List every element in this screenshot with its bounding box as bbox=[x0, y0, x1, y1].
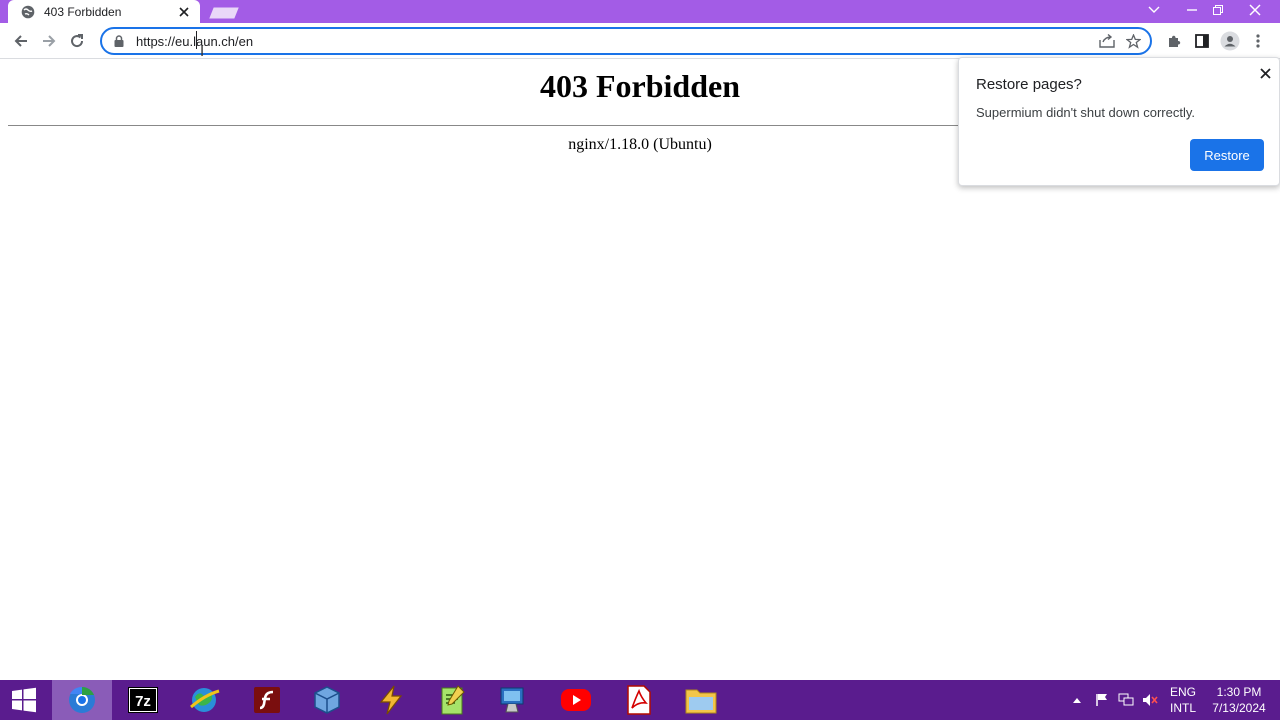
winamp-icon[interactable] bbox=[361, 680, 421, 720]
clock[interactable]: 1:30 PM 7/13/2024 bbox=[1204, 680, 1274, 720]
windows-start-icon[interactable] bbox=[0, 680, 48, 720]
browser-toolbar: https://eu.laun.ch/en bbox=[0, 23, 1280, 59]
minimize-icon[interactable] bbox=[1180, 0, 1204, 20]
globe-icon bbox=[20, 4, 36, 20]
svg-text:7z: 7z bbox=[135, 693, 151, 710]
profile-icon[interactable] bbox=[1217, 28, 1243, 54]
pdf-icon[interactable] bbox=[609, 680, 669, 720]
browser-titlebar: 403 Forbidden bbox=[0, 0, 1280, 23]
virtualbox-icon[interactable] bbox=[297, 680, 357, 720]
language-indicator[interactable]: ENG INTL bbox=[1163, 680, 1203, 720]
keyboard-layout: INTL bbox=[1169, 701, 1196, 715]
address-url[interactable]: https://eu.laun.ch/en bbox=[136, 34, 1094, 49]
tab-close-icon[interactable] bbox=[176, 4, 192, 20]
share-icon[interactable] bbox=[1094, 29, 1120, 53]
notepad-icon[interactable] bbox=[422, 680, 482, 720]
browser-icon[interactable] bbox=[52, 680, 112, 720]
youtube-icon[interactable] bbox=[546, 680, 606, 720]
mouse-ibeam-cursor-icon: I bbox=[200, 44, 205, 60]
reload-icon[interactable] bbox=[64, 28, 90, 54]
language-code: ENG bbox=[1169, 685, 1196, 699]
7zip-icon[interactable]: 7z bbox=[113, 680, 173, 720]
dialog-title: Restore pages? bbox=[976, 76, 1082, 93]
flag-icon[interactable] bbox=[1093, 680, 1111, 720]
dialog-close-icon[interactable] bbox=[1256, 64, 1274, 82]
volume-muted-icon[interactable] bbox=[1141, 680, 1159, 720]
more-vert-icon[interactable] bbox=[1245, 28, 1271, 54]
dialog-message: Supermium didn't shut down correctly. bbox=[976, 105, 1196, 120]
clock-time: 1:30 PM bbox=[1216, 685, 1262, 699]
new-tab-button[interactable] bbox=[209, 6, 239, 19]
address-bar[interactable]: https://eu.laun.ch/en bbox=[100, 27, 1152, 55]
file-explorer-icon[interactable] bbox=[671, 680, 731, 720]
side-panel-icon[interactable] bbox=[1189, 28, 1215, 54]
star-icon[interactable] bbox=[1120, 29, 1146, 53]
back-arrow-icon[interactable] bbox=[8, 28, 34, 54]
clock-date: 7/13/2024 bbox=[1212, 701, 1266, 715]
close-icon[interactable] bbox=[1232, 0, 1278, 20]
lock-icon[interactable] bbox=[112, 34, 126, 48]
remote-desktop-icon[interactable] bbox=[482, 680, 542, 720]
tray-chevron-up-icon[interactable] bbox=[1070, 680, 1084, 720]
tab-title: 403 Forbidden bbox=[44, 4, 122, 19]
text-caret bbox=[196, 31, 197, 49]
windows-taskbar: 7z ENG INTL 1:30 PM 7/13/2024 bbox=[0, 680, 1280, 720]
network-icon[interactable] bbox=[1117, 680, 1135, 720]
forward-arrow-icon[interactable] bbox=[36, 28, 62, 54]
restore-icon[interactable] bbox=[1206, 0, 1230, 20]
tab-403-forbidden[interactable]: 403 Forbidden bbox=[8, 0, 200, 23]
network-globe-icon[interactable] bbox=[175, 680, 235, 720]
restore-button[interactable]: Restore bbox=[1190, 139, 1264, 171]
chevron-down-icon[interactable] bbox=[1144, 0, 1164, 20]
puzzle-icon[interactable] bbox=[1161, 28, 1187, 54]
flash-icon[interactable] bbox=[237, 680, 297, 720]
restore-pages-dialog: Restore pages? Supermium didn't shut dow… bbox=[958, 57, 1280, 186]
